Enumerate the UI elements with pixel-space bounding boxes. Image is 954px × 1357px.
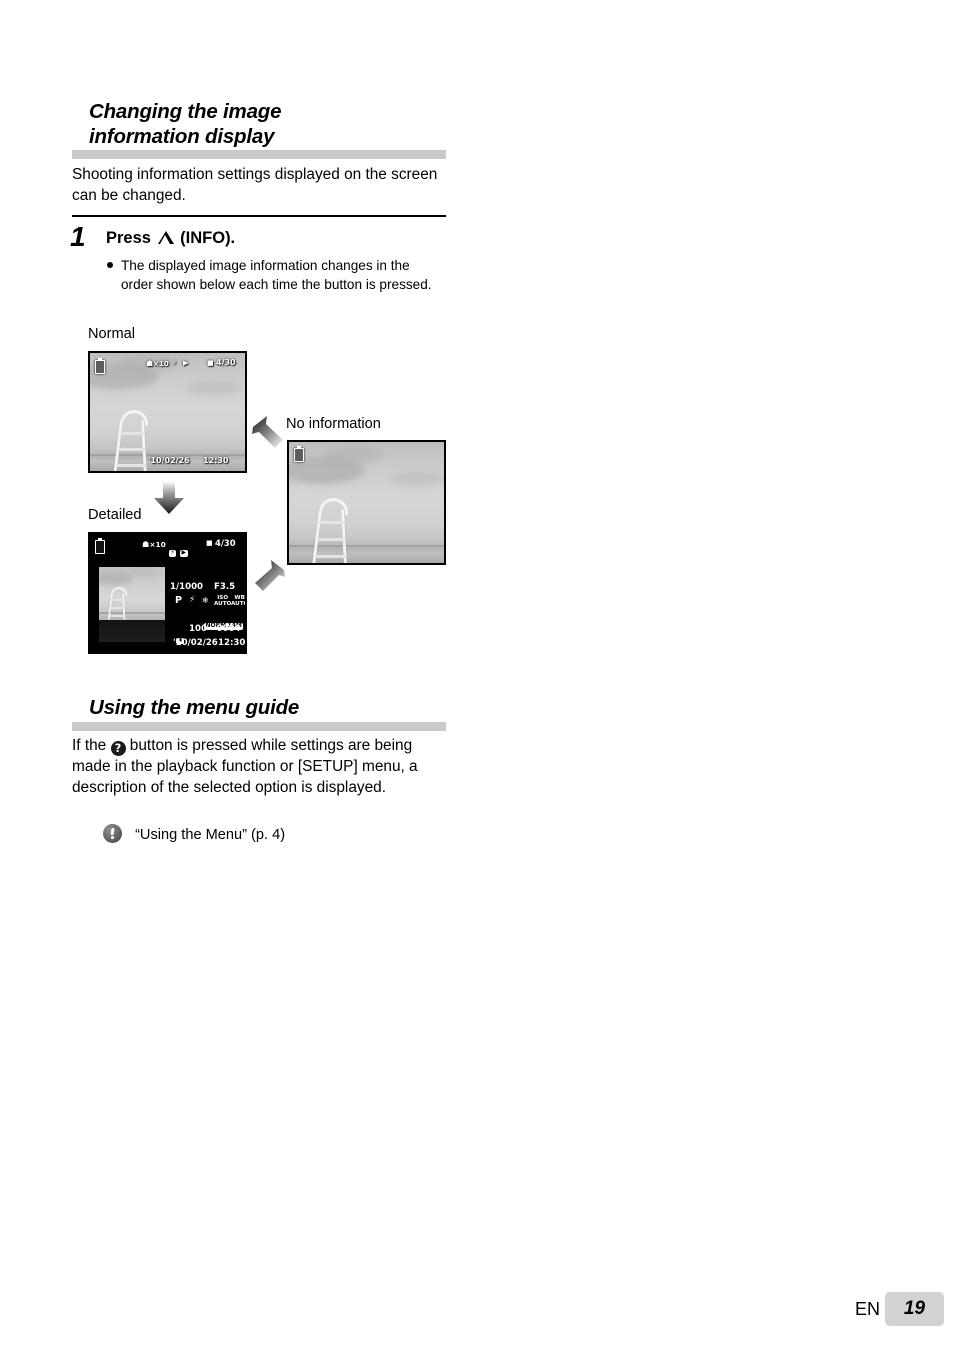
photo-ladder — [311, 498, 361, 563]
battery-icon — [95, 357, 105, 374]
note-text: “Using the Menu” (p. 4) — [135, 827, 286, 843]
iso-value: AUTO — [214, 600, 232, 607]
cross-reference-note: “Using the Menu” (p. 4) — [103, 824, 285, 845]
card-icon: ■ — [206, 539, 213, 547]
file-number: 100 - 0004 — [189, 624, 241, 634]
menu-guide-text-part1: If the — [72, 737, 107, 754]
intro-paragraph: Shooting information settings displayed … — [72, 166, 438, 204]
up-triangle-info-icon — [157, 231, 174, 244]
figure-label-detailed: Detailed — [88, 507, 142, 523]
page-footer: EN 19 — [0, 1292, 954, 1326]
aperture-value: F3.5 — [214, 582, 236, 592]
photo-date: '10/02/26 — [148, 456, 190, 465]
language-code: EN — [854, 1299, 880, 1319]
photo-time: 12:30 — [218, 638, 246, 648]
section-title-line2: information display — [89, 124, 275, 148]
card-icon: ■ — [207, 359, 214, 367]
print-count-indicator: ☗×10 — [146, 359, 169, 368]
flash-badge-icon: ⚡ — [169, 549, 177, 557]
step-divider-rule — [72, 215, 446, 217]
arrow-normal-to-detailed — [154, 481, 184, 514]
wb-value: AUTO — [231, 600, 247, 607]
exposure-compensation-value: +2.0 — [246, 582, 247, 592]
step-bullet-text: The displayed image information changes … — [121, 258, 432, 292]
playback-badge-icon: ▶ — [180, 549, 188, 557]
white-balance-indicator: WB AUTO — [231, 595, 247, 608]
arrow-detailed-to-noinfo — [255, 560, 285, 591]
manual-page: Changing the image information display S… — [0, 0, 954, 1357]
figure-label-no-information: No information — [286, 416, 381, 432]
flash-badge-icon: ⚡ — [172, 359, 177, 367]
camera-screen-no-information — [287, 440, 446, 565]
heading-rule — [72, 721, 446, 731]
macro-icon: ❄ — [202, 596, 209, 605]
bullet-dot-icon — [107, 262, 113, 268]
step-bullet: The displayed image information changes … — [107, 257, 437, 294]
step-title-prefix: Press — [106, 229, 151, 247]
page-number: 19 — [903, 1298, 926, 1319]
camera-screen-detailed: ☗×10 ⚡ ▶ ■ 4/30 1/1000 F3.5 +2.0 P ⚡ ❄ I… — [88, 532, 247, 654]
photo-sky — [289, 442, 444, 563]
menu-guide-paragraph: If the ? button is pressed while setting… — [72, 735, 454, 798]
battery-icon — [294, 445, 304, 462]
frame-counter: 4/30 — [216, 358, 236, 367]
exposure-row: 1/1000 F3.5 +2.0 — [170, 582, 247, 592]
section-title-line1: Changing the image — [89, 100, 282, 123]
heading-rule — [72, 150, 446, 159]
detail-thumbnail — [99, 567, 165, 620]
step-title-suffix: (INFO). — [180, 229, 236, 247]
figure-label-normal: Normal — [88, 326, 136, 342]
print-count-indicator: ☗×10 — [142, 539, 166, 549]
photo-sky — [90, 353, 245, 471]
frame-counter: 4/30 — [215, 538, 236, 548]
page-number-box: 19 — [885, 1292, 944, 1326]
section-heading-using-the-menu-guide: Using the menu guide — [72, 696, 446, 731]
battery-icon — [95, 537, 105, 554]
photo-time: 12:30 — [203, 456, 229, 465]
step-number: 1 — [70, 221, 86, 252]
note-info-icon — [103, 824, 122, 843]
photo-date: '10/02/26 — [173, 638, 218, 648]
playback-badge-icon: ▶ — [183, 359, 189, 367]
flash-icon: ⚡ — [189, 595, 196, 605]
arrow-noinfo-to-normal — [252, 416, 283, 448]
detail-thumbnail-reflection — [99, 620, 165, 642]
camera-screen-normal: ☗×10 ⚡ ▶ ■ 4/30 '10/02/26 12:30 — [88, 351, 247, 473]
help-button-icon: ? — [110, 741, 126, 756]
shutter-speed-value: 1/1000 — [170, 582, 204, 592]
iso-indicator: ISO AUTO — [214, 595, 232, 608]
section-heading-changing-image-information-display: Changing the image information display — [72, 100, 446, 159]
mode-value: P — [175, 595, 183, 606]
step-title: Press (INFO). — [106, 228, 235, 248]
section-title: Using the menu guide — [89, 696, 300, 719]
